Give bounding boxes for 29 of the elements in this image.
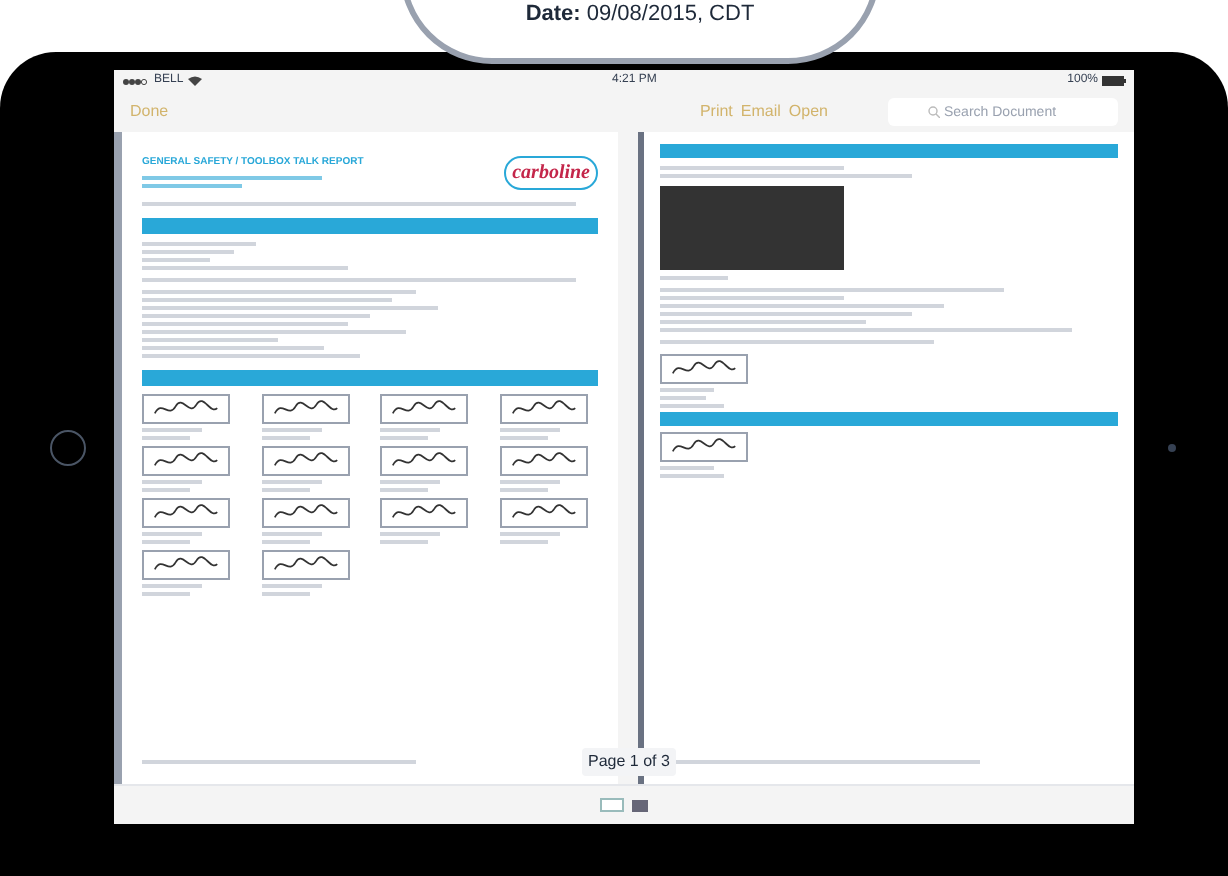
signature-drawing [261, 498, 349, 528]
signature-drawing [660, 354, 748, 384]
done-button[interactable]: Done [130, 100, 169, 124]
battery-icon [1102, 76, 1126, 86]
company-logo: carboline [504, 156, 598, 190]
page-thumbnail-icon [600, 798, 624, 812]
signature-drawing [142, 446, 230, 476]
signature-drawing [499, 394, 587, 424]
signature-drawing [142, 550, 230, 580]
signature-drawing [660, 432, 748, 462]
toolbar-action-button[interactable]: Open [788, 100, 828, 124]
toolbar-action-button[interactable]: Print [699, 100, 733, 124]
page-thumbnail-icon [632, 799, 648, 811]
wifi-icon [187, 76, 202, 86]
toolbar-action-button[interactable]: Email [740, 100, 781, 124]
signature-drawing [380, 446, 468, 476]
signal-icon [122, 77, 150, 85]
signature-drawing [142, 498, 230, 528]
signature-drawing [499, 498, 587, 528]
page-indicator: Page 1 of 3 [582, 748, 676, 776]
signature-drawing [261, 446, 349, 476]
signature-drawing [499, 446, 587, 476]
signature-drawing [261, 394, 349, 424]
search-icon [928, 106, 940, 118]
signature-drawing [142, 394, 230, 424]
signature-drawing [380, 498, 468, 528]
magnified-date: Date: 09/08/2015, CDT [525, 0, 755, 29]
signature-drawing [380, 394, 468, 424]
signature-drawing [261, 550, 349, 580]
